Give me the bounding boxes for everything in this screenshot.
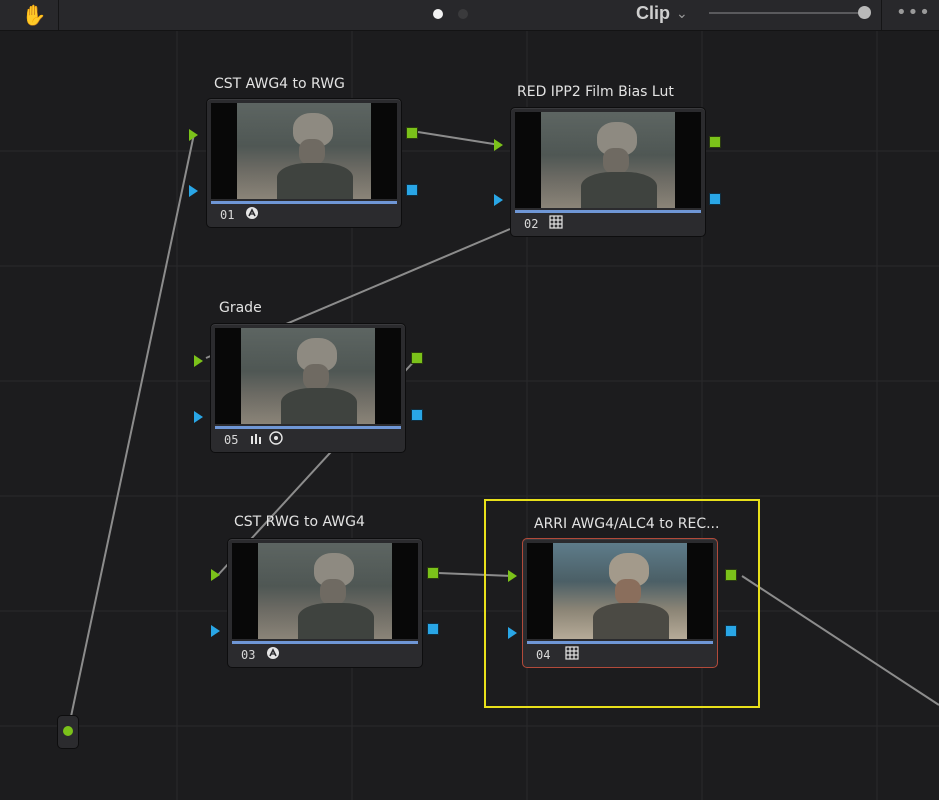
node-04-thumbnail — [527, 543, 713, 639]
node-03-alpha-output[interactable] — [427, 623, 439, 635]
node-02-rgb-input[interactable] — [494, 139, 503, 151]
node-05-rgb-output[interactable] — [411, 352, 423, 364]
node-04-title: ARRI AWG4/ALC4 to REC... — [534, 516, 720, 532]
page-indicator-active[interactable] — [433, 9, 443, 19]
color-space-transform-icon — [267, 647, 279, 659]
node-01-rgb-input[interactable] — [189, 129, 198, 141]
node-01[interactable]: 01 — [206, 98, 402, 228]
toolbar-divider — [881, 0, 882, 30]
lut-grid-icon — [549, 215, 563, 229]
source-output-port[interactable] — [63, 726, 73, 736]
node-01-status-bar — [211, 201, 397, 204]
node-03-rgb-output[interactable] — [427, 567, 439, 579]
node-03-number: 03 — [241, 648, 256, 662]
node-01-number: 01 — [220, 208, 235, 222]
node-editor-toolbar: ✋ Clip ⌄ ••• — [0, 0, 939, 31]
node-05-status-bar — [215, 426, 401, 429]
node-04-number: 04 — [536, 648, 551, 662]
node-05-alpha-input[interactable] — [194, 411, 203, 423]
source-input-node[interactable] — [57, 715, 79, 749]
node-05-number: 05 — [224, 433, 239, 447]
node-03-thumbnail — [232, 543, 418, 639]
canvas-grid — [0, 31, 939, 800]
toolbar-divider — [58, 0, 59, 30]
hand-tool-icon[interactable]: ✋ — [12, 2, 56, 28]
target-icon — [269, 431, 283, 445]
node-02-alpha-input[interactable] — [494, 194, 503, 206]
node-05[interactable]: 05 — [210, 323, 406, 453]
node-02-thumbnail — [515, 112, 701, 208]
chevron-down-icon[interactable]: ⌄ — [676, 6, 688, 22]
node-03-title: CST RWG to AWG4 — [234, 514, 365, 530]
node-mode-label[interactable]: Clip — [636, 3, 670, 24]
node-02-rgb-output[interactable] — [709, 136, 721, 148]
node-05-thumbnail — [215, 328, 401, 424]
node-04[interactable]: 04 — [522, 538, 718, 668]
node-02-title: RED IPP2 Film Bias Lut — [517, 84, 674, 100]
node-01-thumbnail — [211, 103, 397, 199]
node-05-alpha-output[interactable] — [411, 409, 423, 421]
node-04-status-bar — [527, 641, 713, 644]
node-01-alpha-input[interactable] — [189, 185, 198, 197]
node-05-title: Grade — [219, 300, 262, 316]
connection-01-to-02 — [417, 131, 501, 146]
more-options-icon[interactable]: ••• — [896, 2, 931, 23]
node-graph-canvas[interactable]: CST AWG4 to RWG 01 RED IPP2 Film Bias Lu… — [0, 31, 939, 800]
node-05-rgb-input[interactable] — [194, 355, 203, 367]
node-04-rgb-input[interactable] — [508, 570, 517, 582]
node-grid-and-connections — [0, 31, 939, 800]
lut-grid-icon — [565, 646, 579, 660]
zoom-slider-track[interactable] — [709, 12, 865, 14]
zoom-slider-handle[interactable] — [858, 6, 871, 19]
node-02-number: 02 — [524, 217, 539, 231]
node-02-status-bar — [515, 210, 701, 213]
node-03-alpha-input[interactable] — [211, 625, 220, 637]
curves-bars-icon — [251, 434, 261, 444]
connection-source-to-01 — [68, 133, 195, 727]
node-03-status-bar — [232, 641, 418, 644]
node-04-alpha-output[interactable] — [725, 625, 737, 637]
page-indicator-inactive[interactable] — [458, 9, 468, 19]
node-03[interactable]: 03 — [227, 538, 423, 668]
node-02[interactable]: 02 — [510, 107, 706, 237]
node-04-rgb-output[interactable] — [725, 569, 737, 581]
node-01-alpha-output[interactable] — [406, 184, 418, 196]
node-04-alpha-input[interactable] — [508, 627, 517, 639]
color-space-transform-icon — [246, 207, 258, 219]
connection-04-to-output — [741, 575, 939, 706]
node-02-alpha-output[interactable] — [709, 193, 721, 205]
node-01-title: CST AWG4 to RWG — [214, 76, 345, 92]
node-01-rgb-output[interactable] — [406, 127, 418, 139]
node-03-rgb-input[interactable] — [211, 569, 220, 581]
